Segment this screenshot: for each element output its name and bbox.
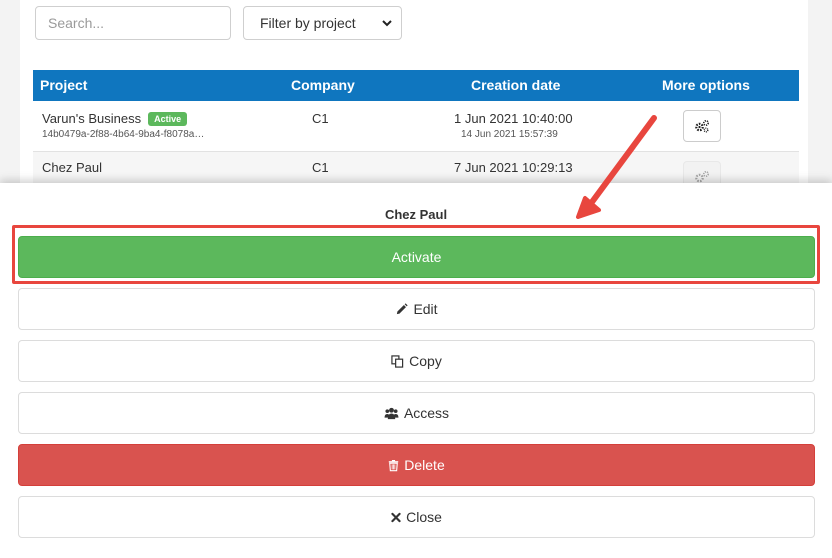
users-icon (384, 407, 399, 419)
close-icon (391, 512, 401, 522)
company-cell: C1 (312, 111, 329, 126)
background-page: Filter by project Project Company Creati… (0, 0, 832, 193)
project-name: Chez Paul (42, 160, 102, 175)
modified-date-cell: 14 Jun 2021 15:57:39 (461, 129, 558, 140)
creation-date-cell: 1 Jun 2021 10:40:00 (454, 111, 573, 126)
project-filter-select[interactable]: Filter by project (243, 6, 402, 40)
search-input[interactable] (35, 6, 231, 40)
header-project: Project (40, 77, 88, 93)
close-label: Close (406, 509, 442, 525)
delete-button[interactable]: Delete (18, 444, 815, 486)
gears-icon (695, 170, 710, 183)
copy-label: Copy (409, 353, 442, 369)
copy-icon (391, 354, 404, 368)
company-cell: C1 (312, 160, 329, 175)
header-company: Company (291, 77, 355, 93)
edit-button[interactable]: Edit (18, 288, 815, 330)
edit-label: Edit (413, 301, 438, 317)
pencil-icon (397, 302, 409, 314)
gears-icon (695, 119, 710, 133)
project-name: Varun's Business (42, 111, 142, 126)
action-sheet: Chez Paul Activate Edit Copy Access Dele… (0, 183, 832, 558)
trash-icon (389, 459, 399, 471)
copy-button[interactable]: Copy (18, 340, 815, 382)
header-more-options: More options (662, 77, 750, 93)
filter-select-label: Filter by project (260, 15, 356, 31)
close-button[interactable]: Close (18, 496, 815, 538)
access-label: Access (403, 405, 450, 421)
table-header: Project Company Creation date More optio… (33, 70, 799, 101)
sheet-title: Chez Paul (384, 207, 448, 222)
header-creation-date: Creation date (471, 77, 561, 93)
delete-label: Delete (404, 457, 445, 473)
project-id: 14b0479a-2f88-4b64-9ba4-f8078a… (42, 129, 205, 140)
access-button[interactable]: Access (18, 392, 815, 434)
project-name-cell: Varun's Business Active (42, 111, 188, 126)
activate-button[interactable]: Activate (18, 236, 815, 278)
chevron-down-icon (382, 20, 392, 27)
more-options-button[interactable] (683, 110, 721, 142)
table-row[interactable]: Varun's Business Active 14b0479a-2f88-4b6… (33, 101, 799, 152)
activate-label: Activate (391, 249, 442, 265)
creation-date-cell: 7 Jun 2021 10:29:13 (454, 160, 573, 175)
status-badge: Active (148, 112, 188, 126)
